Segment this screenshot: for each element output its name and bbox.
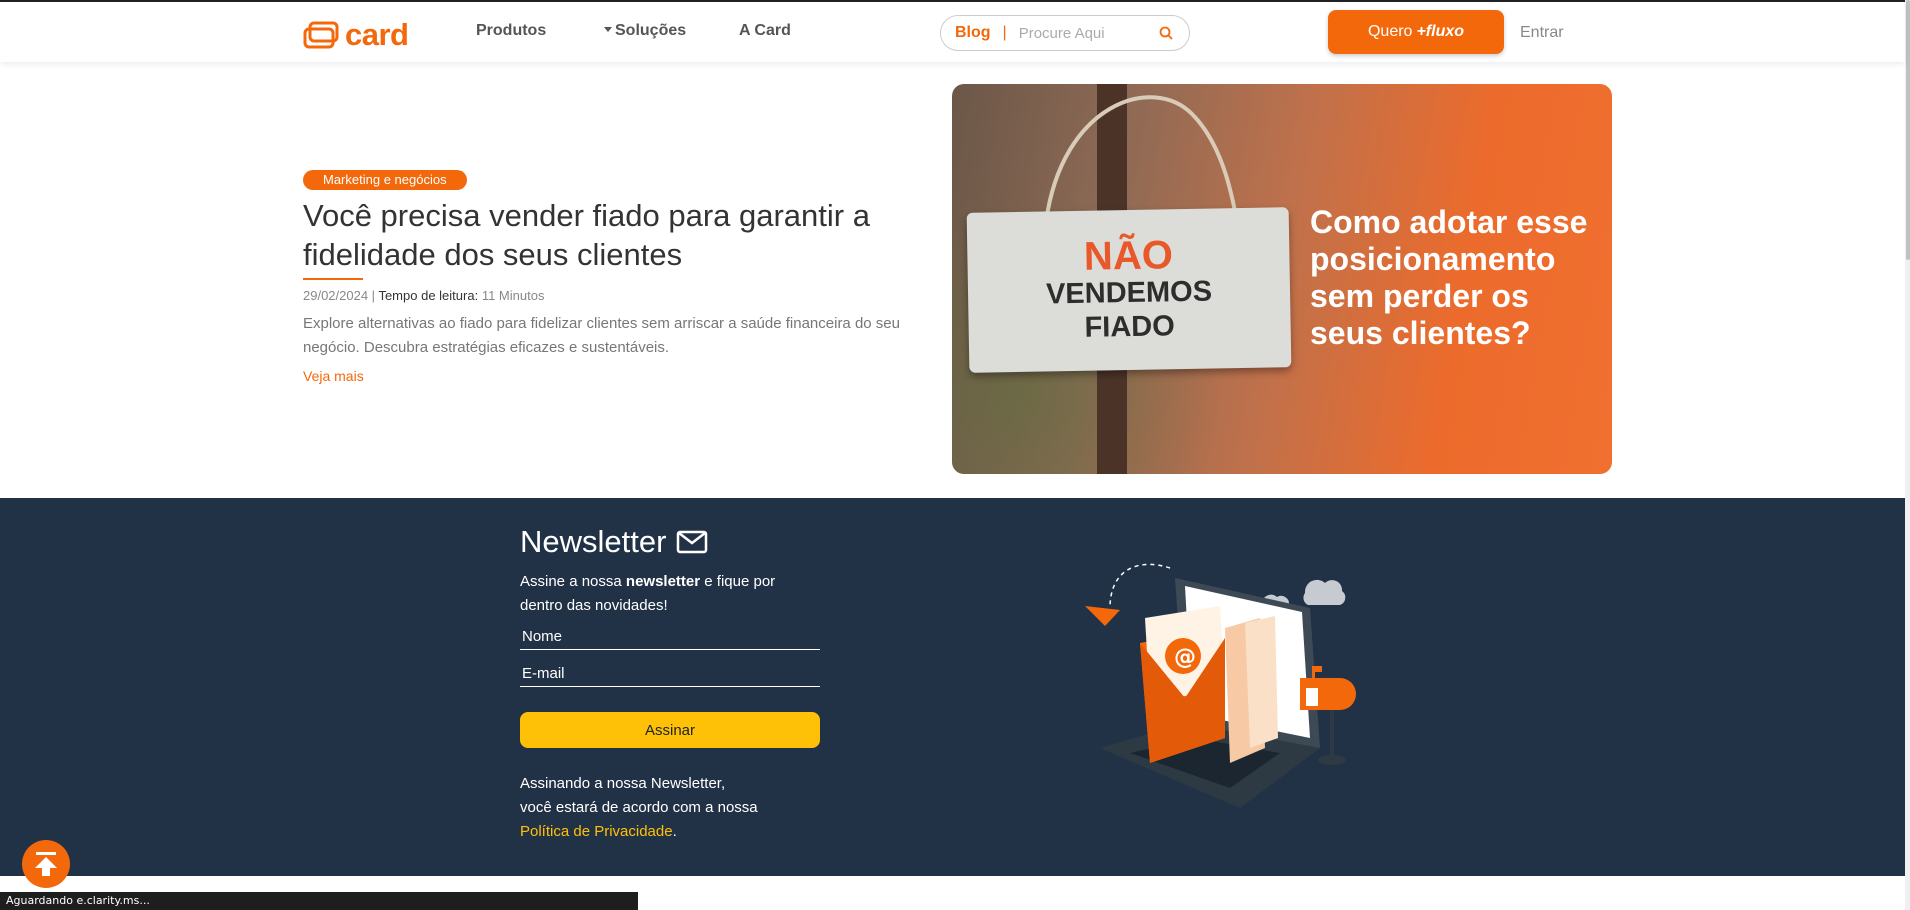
envelope-icon (677, 530, 708, 554)
article-date: 29/02/2024 | (303, 288, 376, 303)
newsletter-title-text: Newsletter (520, 524, 667, 559)
category-tag[interactable]: Marketing e negócios (303, 170, 467, 190)
newsletter-desc-pre: Assine a nossa (520, 573, 622, 590)
title-underline (303, 278, 363, 280)
cta-emphasis: +fluxo (1416, 23, 1465, 40)
newsletter-section (0, 498, 1905, 876)
article-title[interactable]: Você precisa vender fiado para garantir … (303, 196, 943, 274)
newsletter-title: Newsletter (520, 524, 708, 560)
reading-time-label: Tempo de leitura: (378, 288, 479, 303)
search-blog-label[interactable]: Blog (955, 24, 991, 42)
read-more-link[interactable]: Veja mais (303, 368, 364, 384)
legal-end: . (672, 823, 677, 840)
search-box: Blog | (940, 15, 1190, 51)
search-divider: | (1002, 24, 1007, 41)
hero-sign: NÃO VENDEMOS FIADO (966, 207, 1292, 373)
cloud-icon (1303, 579, 1346, 605)
card-logo-icon (303, 21, 339, 49)
subscribe-button[interactable]: Assinar (520, 712, 820, 748)
email-field[interactable] (520, 661, 820, 687)
nav-a-card[interactable]: A Card (739, 22, 791, 40)
page-scrollbar-thumb[interactable] (1906, 0, 1910, 260)
login-link[interactable]: Entrar (1520, 24, 1564, 42)
card-logo[interactable]: card (303, 17, 409, 52)
article-meta: 29/02/2024 | Tempo de leitura: 11 Minuto… (303, 288, 544, 303)
nav-solucoes-label: Soluções (615, 22, 687, 39)
browser-status-bar: Aguardando e.clarity.ms... (0, 892, 638, 910)
article-hero-image[interactable]: NÃO VENDEMOS FIADO Como adotar esse posi… (952, 84, 1612, 474)
search-icon[interactable] (1159, 26, 1173, 40)
newsletter-description: Assine a nossa newsletter e fique por de… (520, 570, 810, 618)
legal-line-1: Assinando a nossa Newsletter, (520, 775, 726, 792)
newsletter-illustration: @ (1085, 563, 1356, 808)
sign-line-3: FIADO (1084, 310, 1176, 344)
nav-solucoes[interactable]: Soluções (604, 22, 686, 40)
nav-produtos[interactable]: Produtos (476, 22, 546, 40)
sign-rope-icon (1044, 95, 1239, 223)
site-header: card Produtos Soluções A Card Blog | Que… (0, 2, 1905, 62)
caret-down-icon (604, 27, 612, 32)
quero-fluxo-button[interactable]: Quero +fluxo (1328, 10, 1504, 54)
sign-line-2: VENDEMOS (1045, 275, 1213, 311)
search-input[interactable] (1018, 24, 1139, 42)
hero-headline: Como adotar esse posicionamento sem perd… (1310, 204, 1588, 351)
newsletter-desc-bold: newsletter (625, 573, 701, 590)
legal-line-2: você estará de acordo com a nossa (520, 799, 758, 816)
svg-text:@: @ (1174, 645, 1196, 670)
privacy-policy-link[interactable]: Política de Privacidade (520, 823, 673, 840)
logo-text: card (345, 17, 409, 52)
sign-line-1: NÃO (1083, 233, 1174, 279)
reading-time-value: 11 Minutos (481, 288, 545, 303)
cta-prefix: Quero (1367, 23, 1413, 40)
name-field[interactable] (520, 624, 820, 650)
newsletter-legal: Assinando a nossa Newsletter, você estar… (520, 772, 840, 844)
paper-plane-icon (1085, 606, 1120, 626)
article-excerpt: Explore alternativas ao fiado para fidel… (303, 315, 900, 356)
scroll-to-top-button[interactable] (22, 840, 70, 888)
arrow-up-icon (35, 852, 57, 876)
